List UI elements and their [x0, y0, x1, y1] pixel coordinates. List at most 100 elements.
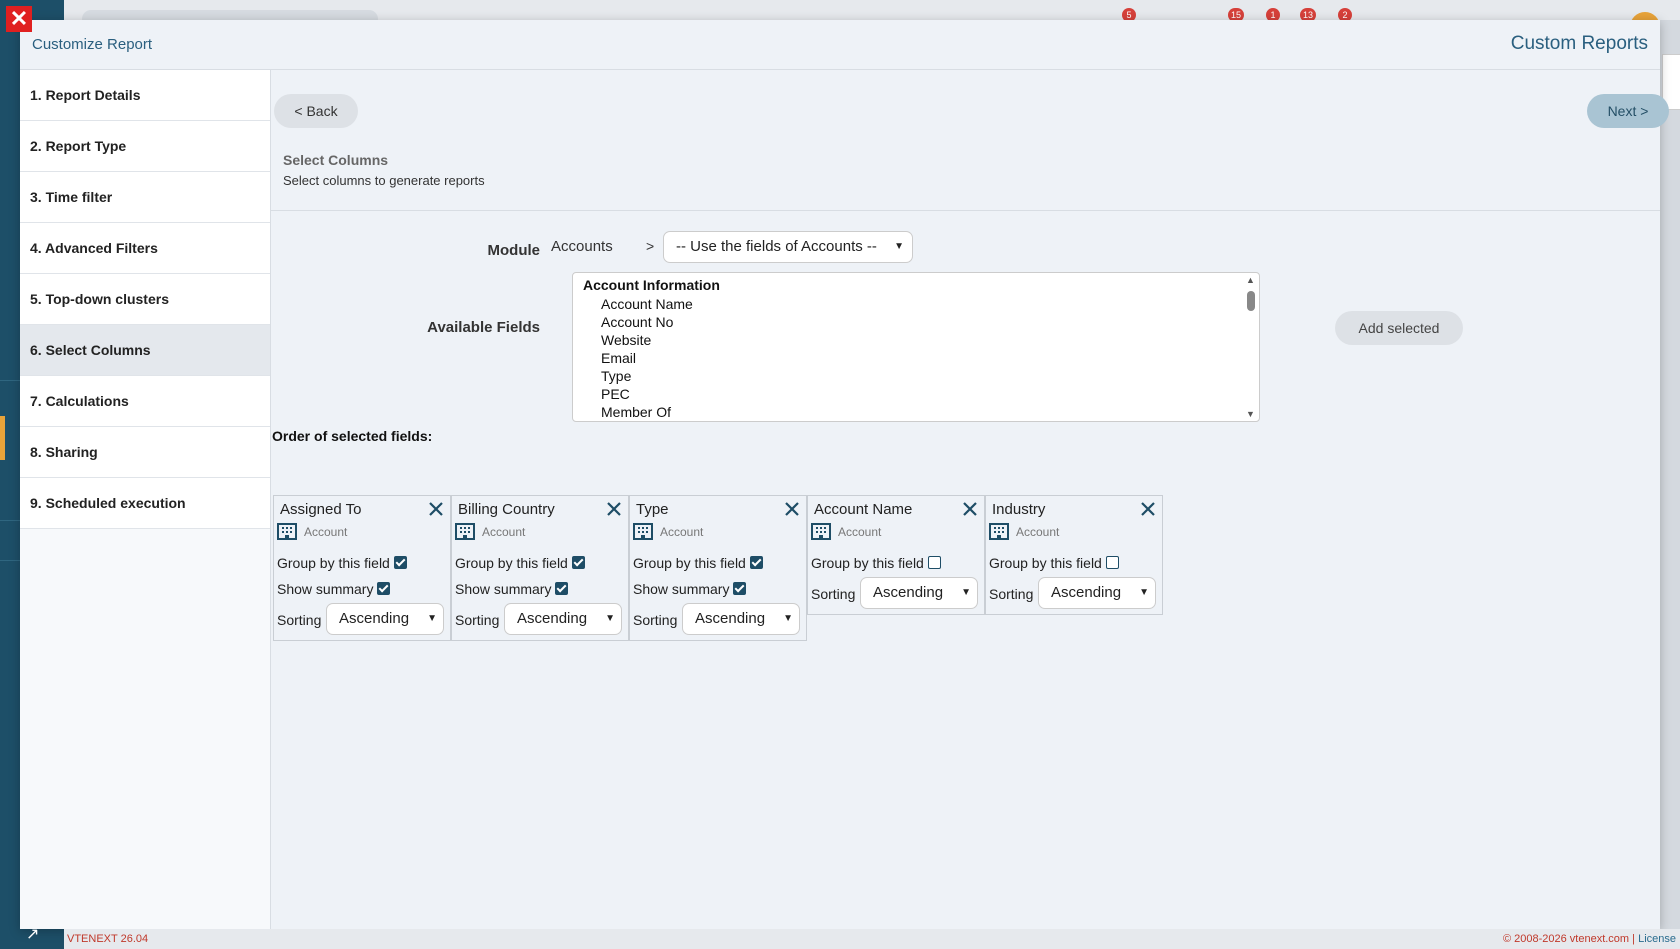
field-option[interactable]: Member Of [601, 403, 693, 421]
sorting-select-value: Ascending [339, 610, 410, 627]
sorting-select[interactable]: Ascending ▼ [1038, 577, 1156, 609]
copyright: © 2008-2026 vtenext.com | License [1502, 933, 1676, 945]
group-by-label: Group by this field [633, 555, 746, 571]
sorting-select[interactable]: Ascending ▼ [860, 577, 978, 609]
expand-icon[interactable]: ↗ [26, 924, 39, 944]
scroll-down-icon[interactable]: ▼ [1246, 409, 1255, 419]
app-version: VTENEXT 26.04 [67, 933, 149, 945]
remove-field-icon[interactable] [960, 499, 980, 519]
remove-field-icon[interactable] [782, 499, 802, 519]
sorting-select[interactable]: Ascending ▼ [326, 603, 444, 635]
license-link[interactable]: License [1638, 933, 1676, 945]
field-option[interactable]: Type [601, 367, 693, 385]
group-by-row: Group by this field [455, 555, 585, 571]
available-fields-list[interactable]: Account Information Account Name Account… [572, 272, 1260, 422]
remove-field-icon[interactable] [426, 499, 446, 519]
field-option[interactable]: Account Name [601, 295, 693, 313]
field-option[interactable]: Email [601, 349, 693, 367]
building-icon [633, 523, 653, 540]
sorting-select-value: Ascending [873, 584, 944, 601]
step-report-details[interactable]: 1. Report Details [20, 70, 270, 121]
step-sharing[interactable]: 8. Sharing [20, 427, 270, 478]
group-by-row: Group by this field [277, 555, 407, 571]
customize-report-modal: Customize Report Custom Reports 1. Repor… [20, 20, 1669, 929]
field-name: Assigned To [280, 501, 362, 518]
scroll-thumb[interactable] [1247, 291, 1255, 311]
close-modal-button[interactable]: ✕ [6, 6, 32, 32]
field-option[interactable]: Account No [601, 313, 693, 331]
step-select-columns[interactable]: 6. Select Columns [20, 325, 270, 376]
field-module: Account [482, 525, 526, 539]
sorting-label: Sorting [455, 612, 500, 628]
step-time-filter[interactable]: 3. Time filter [20, 172, 270, 223]
remove-field-icon[interactable] [604, 499, 624, 519]
app-footer [64, 929, 1680, 949]
sorting-select-value: Ascending [695, 610, 766, 627]
group-by-row: Group by this field [633, 555, 763, 571]
selected-field-card: Industry Account Group by this field Sor… [985, 495, 1163, 615]
building-icon [989, 523, 1009, 540]
building-icon [811, 523, 831, 540]
group-by-label: Group by this field [989, 555, 1102, 571]
remove-field-icon[interactable] [1138, 499, 1158, 519]
sorting-label: Sorting [811, 586, 856, 602]
module-fields-select-value: -- Use the fields of Accounts -- [676, 238, 877, 255]
back-button[interactable]: < Back [274, 94, 358, 128]
modal-title: Customize Report [32, 36, 153, 53]
next-button[interactable]: Next > [1587, 94, 1669, 128]
copyright-text: © 2008-2026 vtenext.com [1502, 933, 1630, 945]
step-top-down-clusters[interactable]: 5. Top-down clusters [20, 274, 270, 325]
sorting-select[interactable]: Ascending ▼ [504, 603, 622, 635]
show-summary-checkbox[interactable] [555, 581, 569, 595]
chevron-down-icon: ▼ [1139, 587, 1149, 598]
show-summary-row: Show summary [633, 581, 747, 597]
selected-field-card: Assigned To Account Group by this field … [273, 495, 451, 641]
chevron-down-icon: ▼ [961, 587, 971, 598]
group-by-label: Group by this field [455, 555, 568, 571]
module-separator: > [646, 238, 655, 254]
selected-field-card: Billing Country Account Group by this fi… [451, 495, 629, 641]
field-module: Account [304, 525, 348, 539]
step-advanced-filters[interactable]: 4. Advanced Filters [20, 223, 270, 274]
group-by-row: Group by this field [989, 555, 1119, 571]
field-module: Account [838, 525, 882, 539]
group-by-checkbox[interactable] [927, 555, 941, 569]
group-by-label: Group by this field [811, 555, 924, 571]
group-by-checkbox[interactable] [749, 555, 763, 569]
step-scheduled-execution[interactable]: 9. Scheduled execution [20, 478, 270, 529]
sorting-select-value: Ascending [1051, 584, 1122, 601]
show-summary-row: Show summary [455, 581, 569, 597]
module-label: Module [487, 242, 541, 259]
field-option[interactable]: Website [601, 331, 693, 349]
show-summary-label: Show summary [277, 581, 374, 597]
group-by-checkbox[interactable] [1105, 555, 1119, 569]
show-summary-checkbox[interactable] [733, 581, 747, 595]
section-subtitle: Select columns to generate reports [283, 173, 485, 188]
available-fields-label: Available Fields [427, 319, 540, 336]
group-by-checkbox[interactable] [571, 555, 585, 569]
list-scrollbar[interactable]: ▲ ▼ [1244, 273, 1259, 421]
sorting-select[interactable]: Ascending ▼ [682, 603, 800, 635]
step-calculations[interactable]: 7. Calculations [20, 376, 270, 427]
field-name: Account Name [814, 501, 913, 518]
step-report-type[interactable]: 2. Report Type [20, 121, 270, 172]
chevron-down-icon: ▼ [605, 613, 615, 624]
group-by-label: Group by this field [277, 555, 390, 571]
field-module: Account [660, 525, 704, 539]
field-name: Industry [992, 501, 1046, 518]
sorting-label: Sorting [277, 612, 322, 628]
show-summary-label: Show summary [633, 581, 730, 597]
field-option[interactable]: PEC [601, 385, 693, 403]
field-group-label: Account Information [583, 277, 720, 293]
show-summary-row: Show summary [277, 581, 391, 597]
sorting-label: Sorting [989, 586, 1034, 602]
modal-header: Customize Report Custom Reports [20, 20, 1660, 70]
show-summary-checkbox[interactable] [377, 581, 391, 595]
show-summary-label: Show summary [455, 581, 552, 597]
group-by-checkbox[interactable] [393, 555, 407, 569]
module-fields-select[interactable]: -- Use the fields of Accounts -- ▼ [663, 231, 913, 263]
module-value: Accounts [551, 238, 613, 255]
add-selected-button[interactable]: Add selected [1335, 311, 1463, 345]
scroll-up-icon[interactable]: ▲ [1246, 275, 1255, 285]
module-title: Custom Reports [1510, 33, 1648, 54]
